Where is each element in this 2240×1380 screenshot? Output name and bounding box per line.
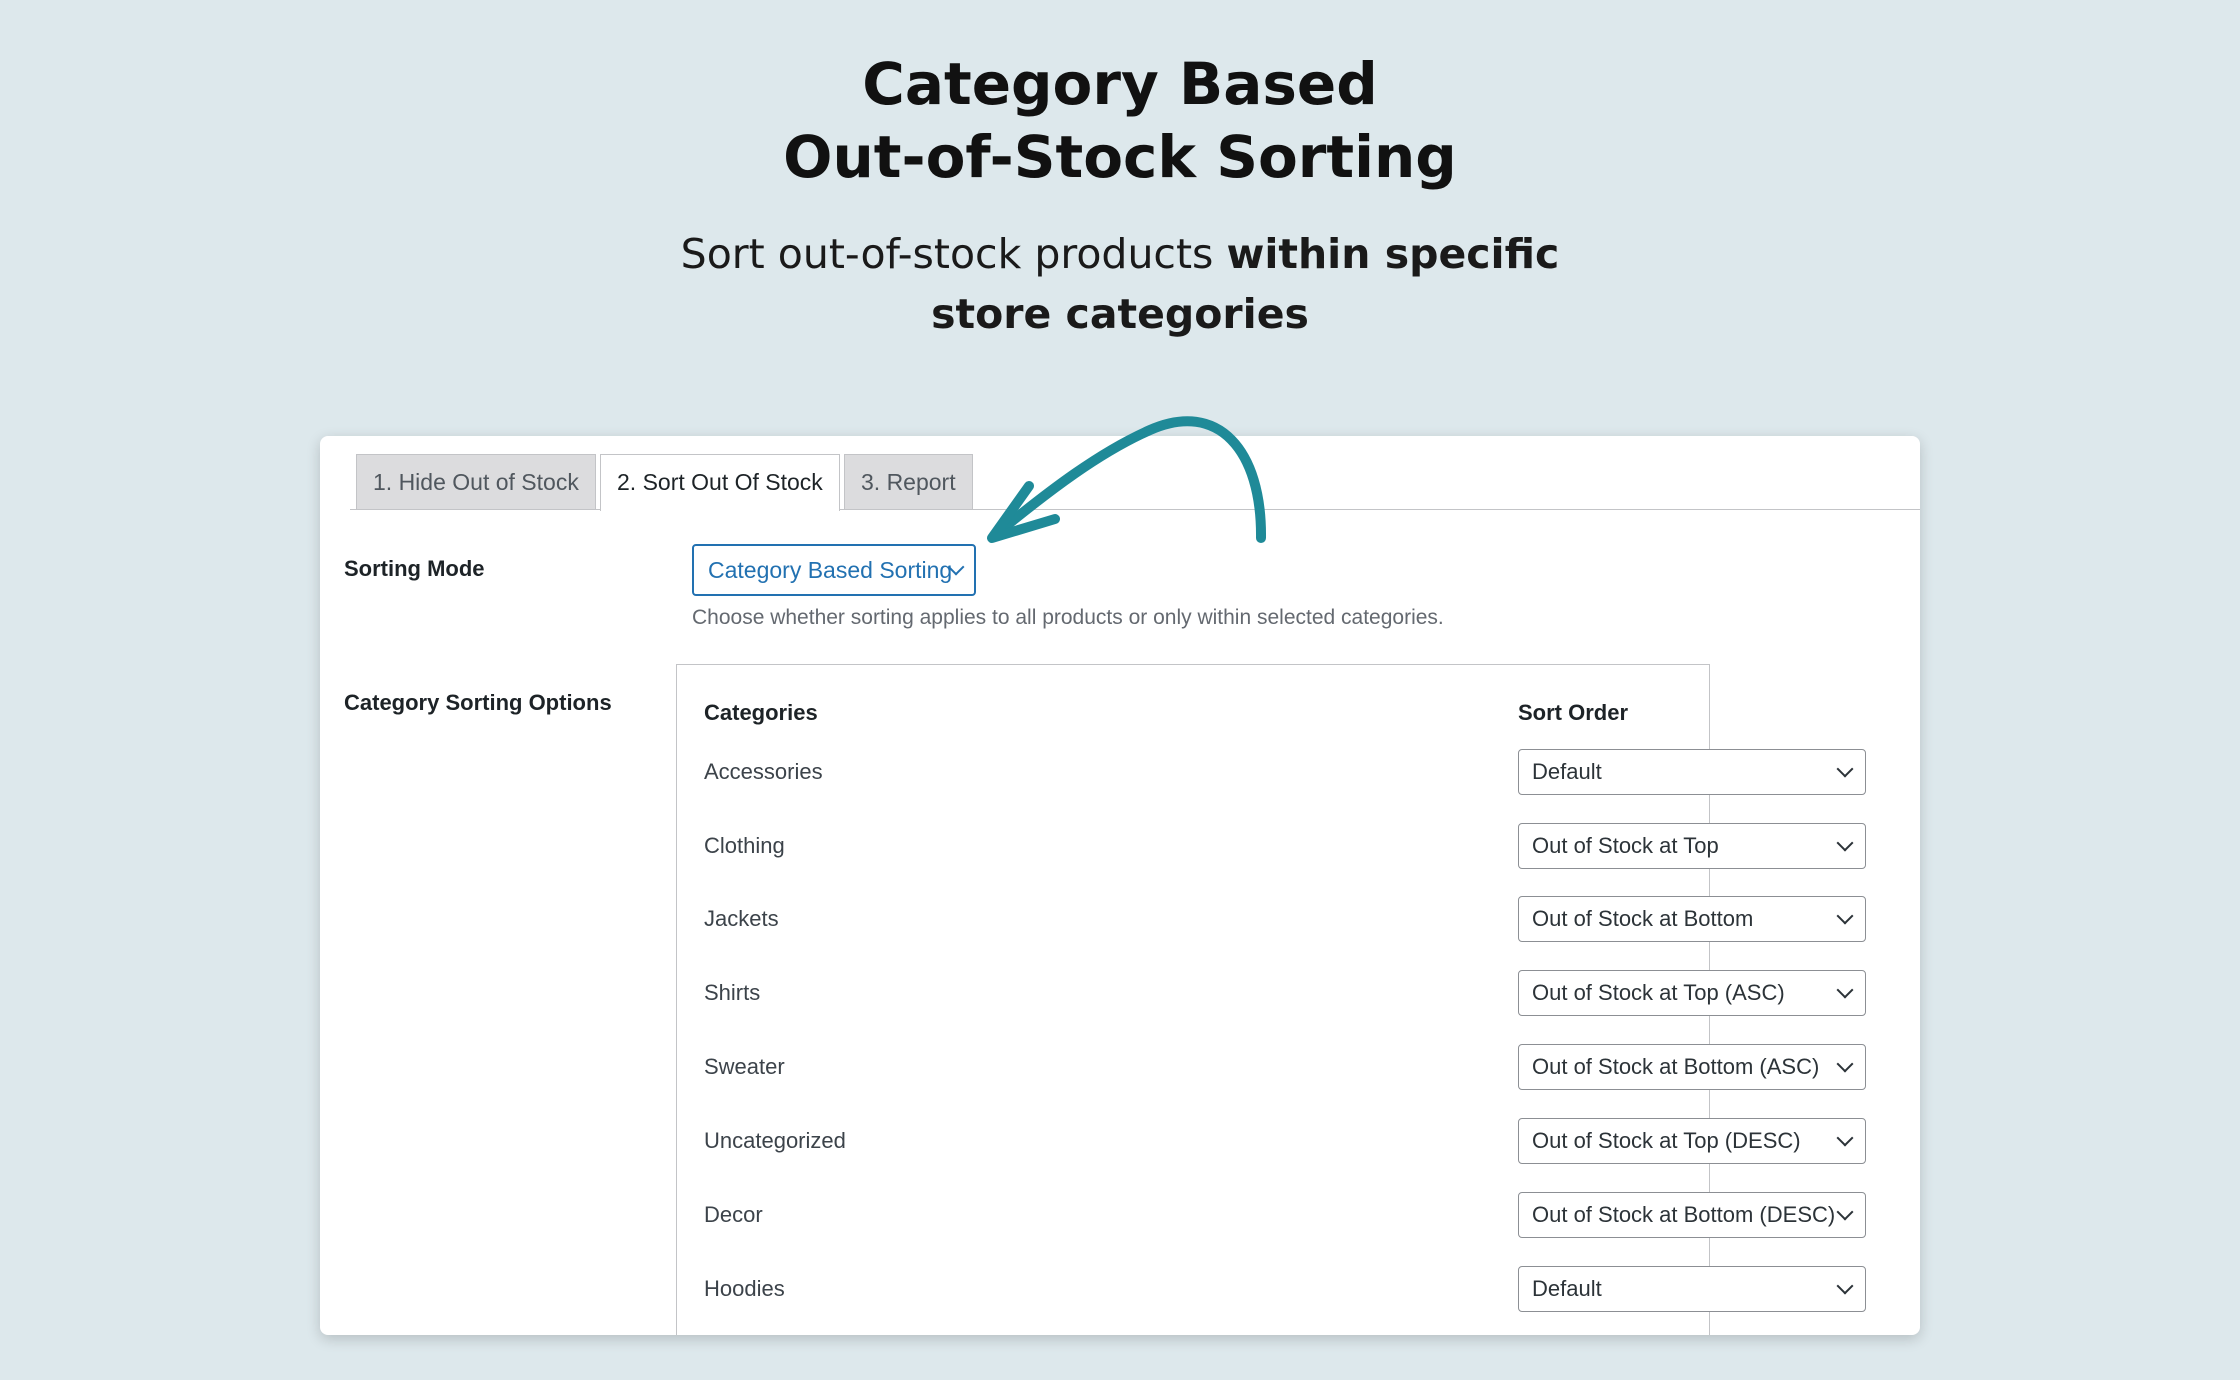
sorting-mode-value: Category Based Sorting <box>708 557 953 583</box>
hero-subtitle-bold-1: within specific <box>1226 230 1560 278</box>
sort-order-value: Out of Stock at Top (ASC) <box>1532 980 1785 1005</box>
sort-order-select[interactable]: Out of Stock at Bottom (DESC) <box>1518 1192 1866 1238</box>
sort-order-value: Out of Stock at Top (DESC) <box>1532 1128 1801 1153</box>
tab-hide-out-of-stock[interactable]: 1. Hide Out of Stock <box>356 454 596 509</box>
chevron-down-icon <box>1836 1055 1854 1073</box>
table-row: Accessories Default <box>704 747 1920 797</box>
hero-subtitle-bold-2: store categories <box>931 290 1309 338</box>
hero-subtitle-plain: Sort out-of-stock products <box>680 230 1227 278</box>
sort-order-value: Default <box>1532 1276 1602 1301</box>
chevron-down-icon <box>1836 907 1854 925</box>
table-row: Jackets Out of Stock at Bottom <box>704 894 1920 944</box>
sort-order-select[interactable]: Out of Stock at Top (DESC) <box>1518 1118 1866 1164</box>
category-name: Accessories <box>704 759 823 784</box>
category-name: Shirts <box>704 980 761 1005</box>
hero-title-line-1: Category Based <box>862 50 1378 118</box>
table-row: Sweater Out of Stock at Bottom (ASC) <box>704 1042 1920 1092</box>
sort-order-column-header: Sort Order <box>1518 700 1629 725</box>
category-sorting-options-label: Category Sorting Options <box>344 690 612 715</box>
tab-sort-out-of-stock[interactable]: 2. Sort Out Of Stock <box>600 454 840 511</box>
chevron-down-icon <box>1836 760 1854 778</box>
chevron-down-icon <box>1836 1203 1854 1221</box>
sort-order-select[interactable]: Out of Stock at Bottom (ASC) <box>1518 1044 1866 1090</box>
table-row: Clothing Out of Stock at Top <box>704 821 1920 871</box>
sort-order-value: Out of Stock at Bottom <box>1532 906 1754 931</box>
category-name: Jackets <box>704 906 779 931</box>
chevron-down-icon <box>1836 1277 1854 1295</box>
category-name: Uncategorized <box>704 1128 846 1153</box>
chevron-down-icon <box>1836 834 1854 852</box>
tab-bar: 1. Hide Out of Stock 2. Sort Out Of Stoc… <box>320 436 1920 511</box>
sort-order-select[interactable]: Out of Stock at Top (ASC) <box>1518 970 1866 1016</box>
sort-order-value: Out of Stock at Bottom (ASC) <box>1532 1054 1820 1079</box>
sort-order-select[interactable]: Out of Stock at Top <box>1518 823 1866 869</box>
category-name: Sweater <box>704 1054 785 1079</box>
category-name: Clothing <box>704 833 785 858</box>
sort-order-value: Out of Stock at Bottom (DESC) <box>1532 1202 1836 1227</box>
settings-panel: 1. Hide Out of Stock 2. Sort Out Of Stoc… <box>320 436 1920 1335</box>
sort-order-value: Default <box>1532 759 1602 784</box>
sorting-mode-select[interactable]: Category Based Sorting <box>692 544 976 596</box>
table-row: Decor Out of Stock at Bottom (DESC) <box>704 1190 1920 1240</box>
hero-subtitle: Sort out-of-stock products within specif… <box>0 224 2240 344</box>
table-row: Uncategorized Out of Stock at Top (DESC) <box>704 1116 1920 1166</box>
sort-order-select[interactable]: Out of Stock at Bottom <box>1518 896 1866 942</box>
sort-order-value: Out of Stock at Top <box>1532 833 1719 858</box>
hero-title: Category Based Out-of-Stock Sorting <box>0 48 2240 194</box>
category-name: Decor <box>704 1202 763 1227</box>
chevron-down-icon <box>1836 1129 1854 1147</box>
hero-title-line-2: Out-of-Stock Sorting <box>783 123 1457 191</box>
table-row: Hoodies Default <box>704 1264 1920 1314</box>
categories-column-header: Categories <box>704 700 818 725</box>
table-row: Shirts Out of Stock at Top (ASC) <box>704 968 1920 1018</box>
sort-order-select[interactable]: Default <box>1518 749 1866 795</box>
sorting-mode-label: Sorting Mode <box>344 556 485 581</box>
category-name: Hoodies <box>704 1276 785 1301</box>
tab-divider <box>350 509 1920 510</box>
sort-order-select[interactable]: Default <box>1518 1266 1866 1312</box>
chevron-down-icon <box>1836 981 1854 999</box>
sorting-mode-description: Choose whether sorting applies to all pr… <box>692 606 1444 629</box>
tab-report[interactable]: 3. Report <box>844 454 973 509</box>
